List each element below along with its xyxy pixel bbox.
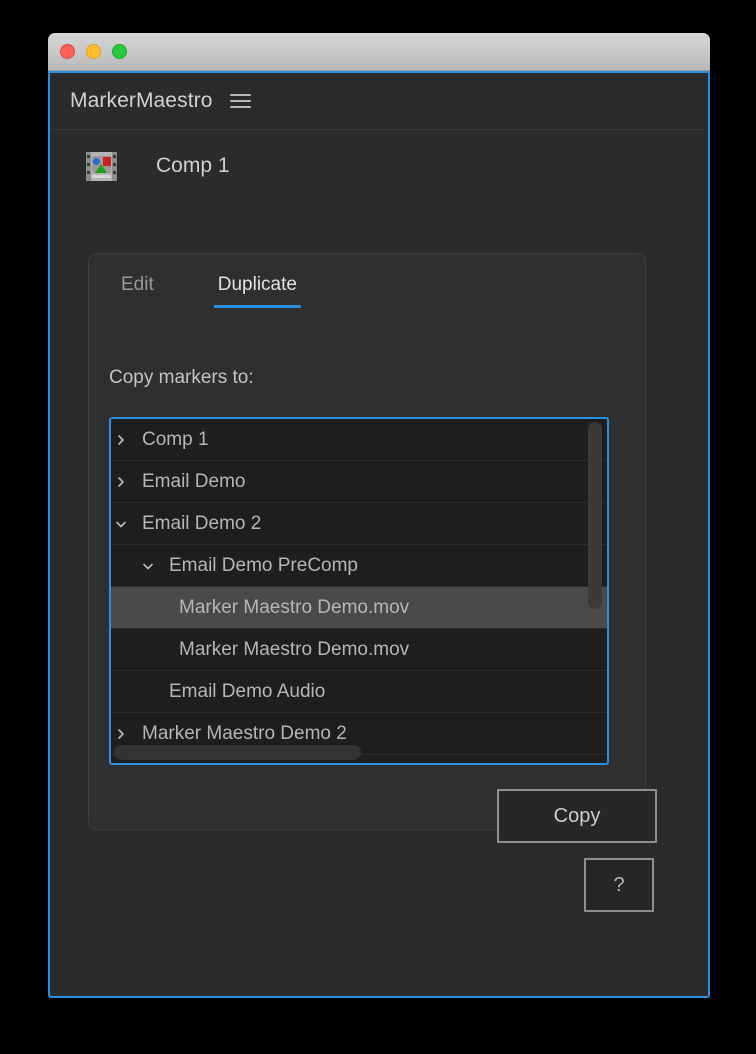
tree-row-label: Marker Maestro Demo.mov <box>179 596 410 618</box>
tree-row[interactable]: Email Demo 2 <box>111 503 607 545</box>
tree-row[interactable]: Email Demo Audio <box>111 671 607 713</box>
composition-name: Comp 1 <box>156 154 230 177</box>
tab-bar: Edit Duplicate <box>89 270 309 308</box>
tree-row[interactable]: Email Demo <box>111 461 607 503</box>
tree-row[interactable]: Email Demo PreComp <box>111 545 607 587</box>
horizontal-scrollbar-thumb[interactable] <box>114 745 361 760</box>
composition-header-row: Comp 1 <box>50 130 230 202</box>
composition-thumbnail <box>92 155 111 173</box>
chevron-right-icon[interactable] <box>113 726 129 742</box>
menu-line-3 <box>229 106 251 108</box>
chevron-down-icon[interactable] <box>140 558 156 574</box>
blue-circle-shape <box>93 157 100 165</box>
film-perforation <box>113 154 116 158</box>
film-perforation <box>87 154 90 158</box>
app-content-frame: MarkerMaestro Comp 1 Edit Duplicate Copy… <box>48 71 710 998</box>
application-window: MarkerMaestro Comp 1 Edit Duplicate Copy… <box>48 33 710 998</box>
menu-line-1 <box>229 94 251 96</box>
composition-icon-bar <box>92 174 111 178</box>
tree-row-label: Email Demo 2 <box>142 512 262 534</box>
vertical-scrollbar[interactable] <box>588 419 604 763</box>
maximize-window-button[interactable] <box>112 44 127 59</box>
hamburger-menu-icon[interactable] <box>229 92 252 110</box>
film-perforation <box>113 170 116 174</box>
composition-icon <box>86 151 117 181</box>
tree-row-label: Marker Maestro Demo.mov <box>179 638 410 660</box>
app-title: MarkerMaestro <box>70 89 213 112</box>
tree-row-label: Marker Maestro Demo 2 <box>142 722 347 744</box>
help-button[interactable]: ? <box>584 858 654 912</box>
green-triangle-shape <box>95 163 107 173</box>
close-window-button[interactable] <box>60 44 75 59</box>
minimize-window-button[interactable] <box>86 44 101 59</box>
tree-row[interactable]: Marker Maestro Demo.mov <box>111 629 607 671</box>
film-perforation <box>87 170 90 174</box>
tree-row-label: Email Demo Audio <box>169 680 326 702</box>
tree-row[interactable]: Comp 1 <box>111 419 607 461</box>
tree-row-label: Email Demo <box>142 470 246 492</box>
film-perforation <box>113 162 116 166</box>
destination-tree[interactable]: Comp 1 Email Demo Email Demo 2 Email Dem… <box>109 417 609 765</box>
window-titlebar <box>48 33 710 71</box>
copy-button[interactable]: Copy <box>497 789 657 843</box>
vertical-scrollbar-thumb[interactable] <box>588 422 602 609</box>
tab-duplicate[interactable]: Duplicate <box>206 270 309 308</box>
window-controls <box>60 44 127 59</box>
tree-row[interactable]: Marker Maestro Demo.mov <box>111 587 607 629</box>
chevron-down-icon[interactable] <box>113 516 129 532</box>
menu-line-2 <box>229 100 251 102</box>
duplicate-panel-card: Edit Duplicate Copy markers to: Comp 1 E… <box>88 253 657 843</box>
app-header: MarkerMaestro <box>50 73 708 130</box>
film-perforation <box>87 162 90 166</box>
chevron-right-icon[interactable] <box>113 432 129 448</box>
chevron-right-icon[interactable] <box>113 474 129 490</box>
tab-edit[interactable]: Edit <box>109 270 166 308</box>
copy-markers-label: Copy markers to: <box>109 367 254 388</box>
